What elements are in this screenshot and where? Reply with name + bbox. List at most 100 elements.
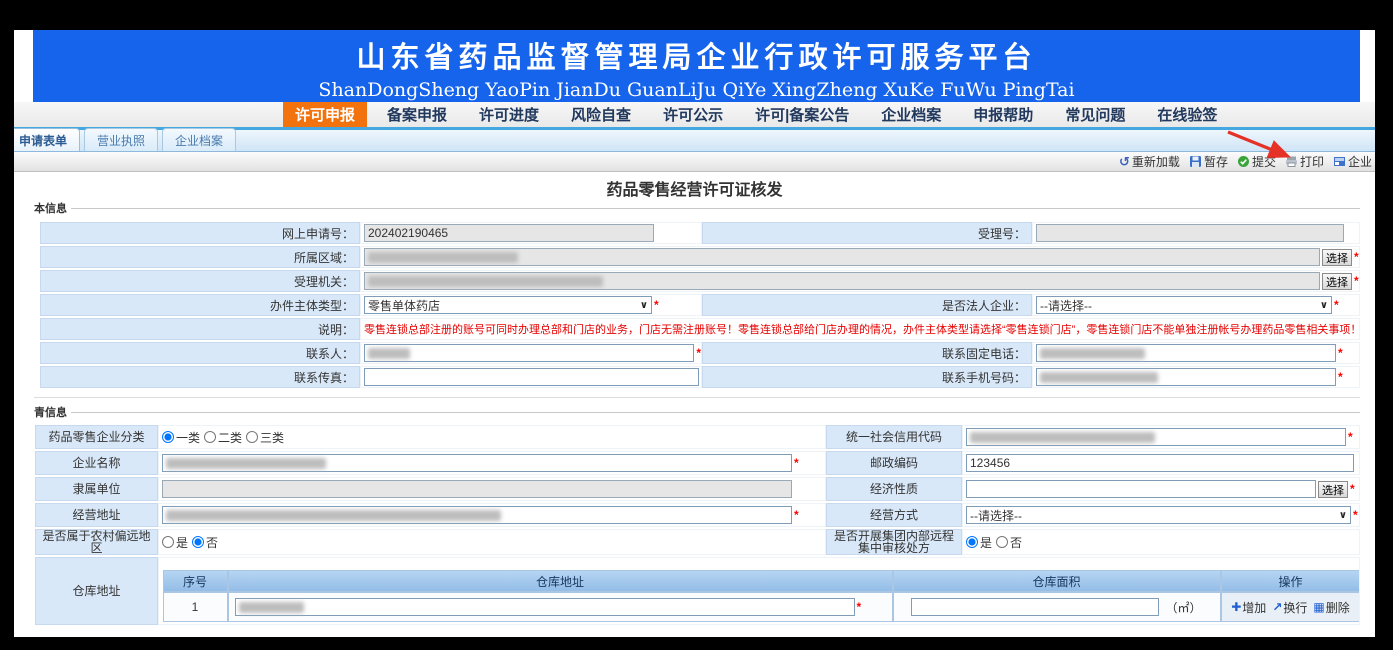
col-address-header: 仓库地址 xyxy=(228,570,893,592)
tab-application-form[interactable]: 申请表单 xyxy=(14,128,80,151)
row-fax: 联系传真： 联系手机号码： * xyxy=(40,366,1360,388)
rural-no-radio[interactable] xyxy=(192,536,204,548)
economic-nature-choose-button[interactable]: 选择 xyxy=(1318,481,1348,498)
subject-type-label: 办件主体类型： xyxy=(40,294,360,316)
redacted-value xyxy=(166,510,501,521)
retail-class-radio-2[interactable] xyxy=(204,431,216,443)
section1-header: 本信息 xyxy=(34,201,1360,215)
required-mark: * xyxy=(696,346,701,360)
uscc-input[interactable] xyxy=(966,428,1346,446)
section2-header: 青信息 xyxy=(34,405,1360,419)
tab-strip: 申请表单 营业执照 企业档案 xyxy=(14,130,1375,152)
contact-tel-input[interactable] xyxy=(1036,344,1336,362)
dropdown-caret-icon: ∨ xyxy=(1320,300,1328,311)
rural-yes-radio[interactable] xyxy=(162,536,174,548)
economic-nature-label: 经济性质 xyxy=(826,477,962,501)
reload-icon: ↺ xyxy=(1119,155,1130,168)
check-circle-icon xyxy=(1237,155,1250,168)
add-row-button[interactable]: ✚增加 xyxy=(1231,599,1266,616)
group-review-label: 是否开展集团内部远程集中审核处方 xyxy=(826,529,962,555)
warehouse-table-header: 序号 仓库地址 仓库面积 操作 xyxy=(163,570,1361,592)
warehouse-address-input[interactable] xyxy=(235,598,855,616)
retail-class-radio-1[interactable] xyxy=(162,431,174,443)
redacted-value xyxy=(166,458,326,469)
nav-item-risk-selfcheck[interactable]: 风险自查 xyxy=(559,102,643,127)
rural-remote-label: 是否属于农村偏远地区 xyxy=(35,529,158,555)
is-legal-entity-select[interactable]: --请选择-- ∨ xyxy=(1036,296,1332,314)
main-nav-items: 许可申报 备案申报 许可进度 风险自查 许可公示 许可|备案公告 企业档案 申报… xyxy=(283,102,1229,127)
contact-fax-input[interactable] xyxy=(364,368,699,386)
arrow-icon: ↗ xyxy=(1272,600,1282,614)
save-draft-button[interactable]: 暂存 xyxy=(1189,153,1228,170)
postcode-label: 邮政编码 xyxy=(826,451,962,475)
nav-item-online-verify[interactable]: 在线验签 xyxy=(1145,102,1229,127)
nav-item-license-filing-notice[interactable]: 许可|备案公告 xyxy=(743,102,861,127)
row-company-name: 企业名称 * 邮政编码 xyxy=(35,451,1360,475)
section1-rule xyxy=(71,208,1360,209)
submit-button[interactable]: 提交 xyxy=(1237,153,1276,170)
dropdown-caret-icon: ∨ xyxy=(1339,510,1347,521)
retail-class-label: 药品零售企业分类 xyxy=(35,425,158,449)
delete-row-button[interactable]: ▦删除 xyxy=(1313,599,1349,616)
plus-icon: ✚ xyxy=(1231,600,1241,614)
nav-item-enterprise-archive[interactable]: 企业档案 xyxy=(869,102,953,127)
contact-fax-label: 联系传真： xyxy=(40,366,360,388)
row-note: 说明： 零售连锁总部注册的账号可同时办理总部和门店的业务，门店无需注册账号！零售… xyxy=(40,318,1360,340)
section2-rule xyxy=(71,412,1360,413)
contact-mobile-input[interactable] xyxy=(1036,368,1336,386)
accepting-organ-field[interactable] xyxy=(364,272,1320,290)
nav-item-filing-apply[interactable]: 备案申报 xyxy=(375,102,459,127)
row-retail-class: 药品零售企业分类 一类 二类 三类 统一社会信用代码 * xyxy=(35,425,1360,449)
wrap-row-button[interactable]: ↗换行 xyxy=(1272,599,1307,616)
accept-no-input[interactable] xyxy=(1036,224,1344,242)
nav-item-license-publicity[interactable]: 许可公示 xyxy=(651,102,735,127)
print-button[interactable]: 打印 xyxy=(1285,153,1324,170)
nav-item-apply-help[interactable]: 申报帮助 xyxy=(961,102,1045,127)
required-mark: * xyxy=(1338,346,1343,360)
postcode-input[interactable] xyxy=(966,454,1354,472)
economic-nature-input[interactable] xyxy=(966,480,1316,498)
region-field[interactable] xyxy=(364,248,1320,266)
accepting-organ-label: 受理机关： xyxy=(40,270,360,292)
affiliation-input[interactable] xyxy=(162,480,792,498)
site-title: 山东省药品监督管理局企业行政许可服务平台 xyxy=(33,30,1360,76)
online-apply-no-input[interactable] xyxy=(364,224,654,242)
business-address-label: 经营地址 xyxy=(35,503,158,527)
required-mark: * xyxy=(1350,482,1355,496)
redacted-value xyxy=(368,276,603,287)
business-mode-select[interactable]: --请选择-- ∨ xyxy=(966,506,1351,524)
note-text: 零售连锁总部注册的账号可同时办理总部和门店的业务，门店无需注册账号！零售连锁总部… xyxy=(364,321,1359,337)
nav-item-license-apply[interactable]: 许可申报 xyxy=(283,102,367,127)
nav-item-faq[interactable]: 常见问题 xyxy=(1053,102,1137,127)
contact-person-input[interactable] xyxy=(364,344,694,362)
nav-item-license-progress[interactable]: 许可进度 xyxy=(467,102,551,127)
required-mark: * xyxy=(1334,298,1339,312)
row-business-address: 经营地址 * 经营方式 --请选择-- ∨ * xyxy=(35,503,1360,527)
company-name-input[interactable] xyxy=(162,454,792,472)
required-mark: * xyxy=(1354,274,1359,288)
organ-choose-button[interactable]: 选择 xyxy=(1322,273,1352,290)
row-affiliation: 隶属单位 经济性质 选择 * xyxy=(35,477,1360,501)
tab-business-license[interactable]: 营业执照 xyxy=(84,128,158,151)
region-choose-button[interactable]: 选择 xyxy=(1322,249,1352,266)
printer-icon xyxy=(1285,155,1298,168)
tab-enterprise-archive[interactable]: 企业档案 xyxy=(162,128,236,151)
accept-no-label: 受理号： xyxy=(702,222,1032,244)
reload-button[interactable]: ↺ 重新加载 xyxy=(1119,153,1180,170)
uscc-label: 统一社会信用代码 xyxy=(826,425,962,449)
redacted-value xyxy=(368,348,410,359)
floppy-icon xyxy=(1189,155,1202,168)
site-subtitle: ShanDongSheng YaoPin JianDu GuanLiJu QiY… xyxy=(33,79,1360,101)
redacted-value xyxy=(1040,372,1158,383)
business-address-input[interactable] xyxy=(162,506,792,524)
subject-type-select[interactable]: 零售单体药店 ∨ xyxy=(364,296,652,314)
group-review-yes-radio[interactable] xyxy=(966,536,978,548)
retail-class-radio-3[interactable] xyxy=(246,431,258,443)
section1-bottom-rule xyxy=(34,397,1360,398)
group-review-no-radio[interactable] xyxy=(996,536,1008,548)
site-banner: 山东省药品监督管理局企业行政许可服务平台 ShanDongSheng YaoPi… xyxy=(33,30,1360,102)
application-info-table: 药品零售企业分类 一类 二类 三类 统一社会信用代码 * 企业名称 * 邮政编码… xyxy=(35,425,1360,627)
enterprise-info-button[interactable]: 企业 xyxy=(1333,153,1372,170)
redacted-value xyxy=(368,252,518,263)
warehouse-area-input[interactable] xyxy=(911,598,1159,616)
